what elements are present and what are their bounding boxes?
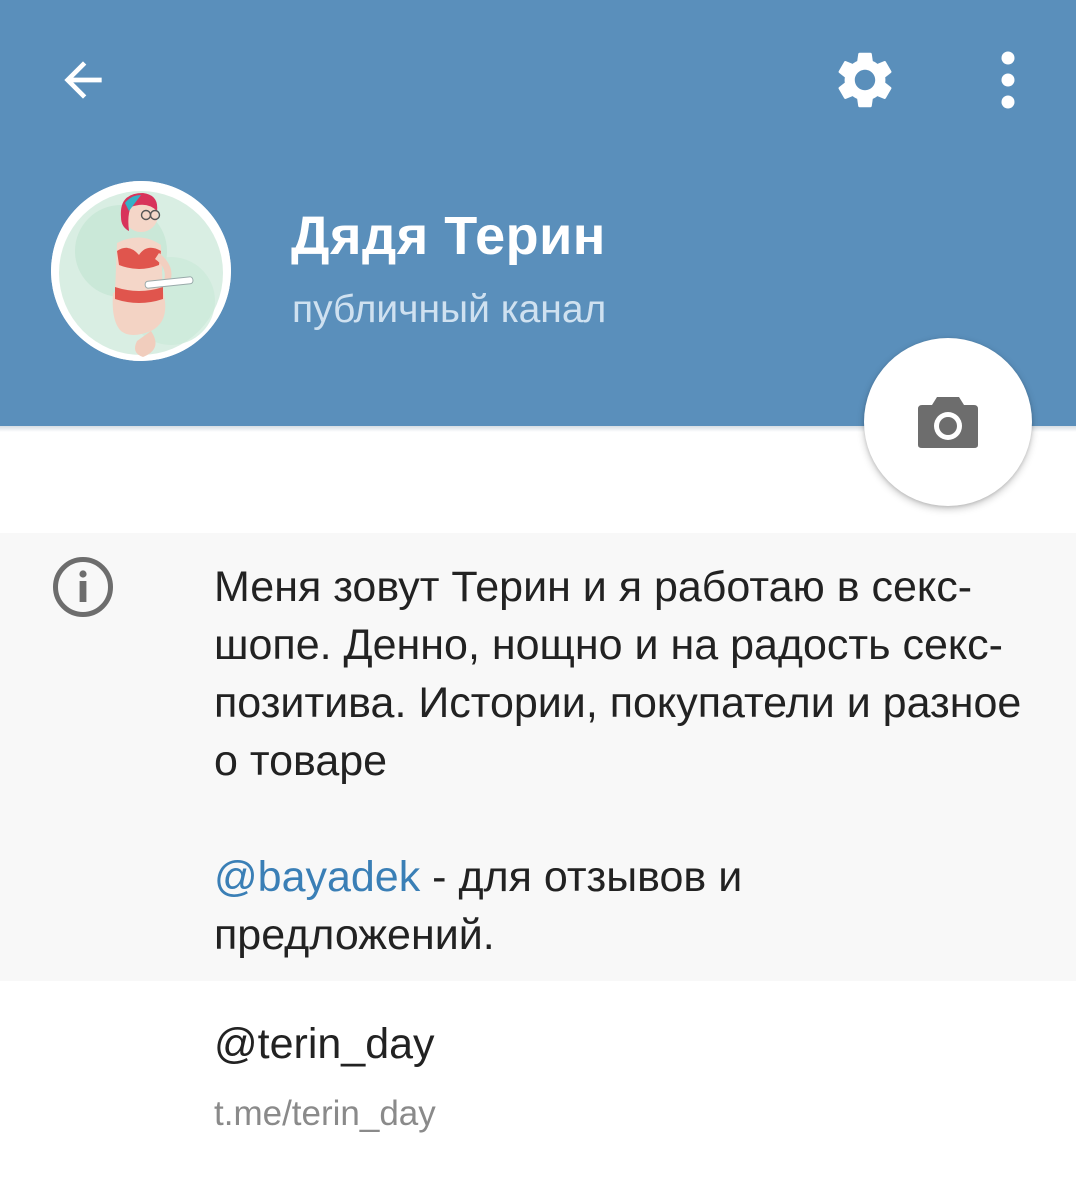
arrow-left-icon <box>64 61 102 99</box>
channel-subtitle: публичный канал <box>292 288 607 331</box>
channel-description: Меня зовут Терин и я работаю в секс-шопе… <box>214 558 1034 964</box>
description-text: Меня зовут Терин и я работаю в секс-шопе… <box>214 563 1022 785</box>
contact-line: @bayadek - для отзывов и предложений. <box>214 848 1034 964</box>
camera-icon <box>918 397 978 448</box>
contact-mention-link[interactable]: @bayadek <box>214 853 420 901</box>
more-vertical-icon <box>1001 51 1015 109</box>
channel-link[interactable]: t.me/terin_day <box>214 1094 436 1134</box>
channel-username[interactable]: @terin_day <box>214 1020 435 1069</box>
avatar-illustration <box>51 181 231 361</box>
more-options-button[interactable] <box>968 40 1048 120</box>
gear-icon <box>838 52 892 108</box>
set-photo-button[interactable] <box>864 338 1032 506</box>
info-icon <box>52 556 114 618</box>
channel-avatar[interactable] <box>51 181 231 361</box>
settings-button[interactable] <box>820 40 910 120</box>
back-button[interactable] <box>40 40 126 120</box>
channel-title: Дядя Терин <box>291 206 606 266</box>
